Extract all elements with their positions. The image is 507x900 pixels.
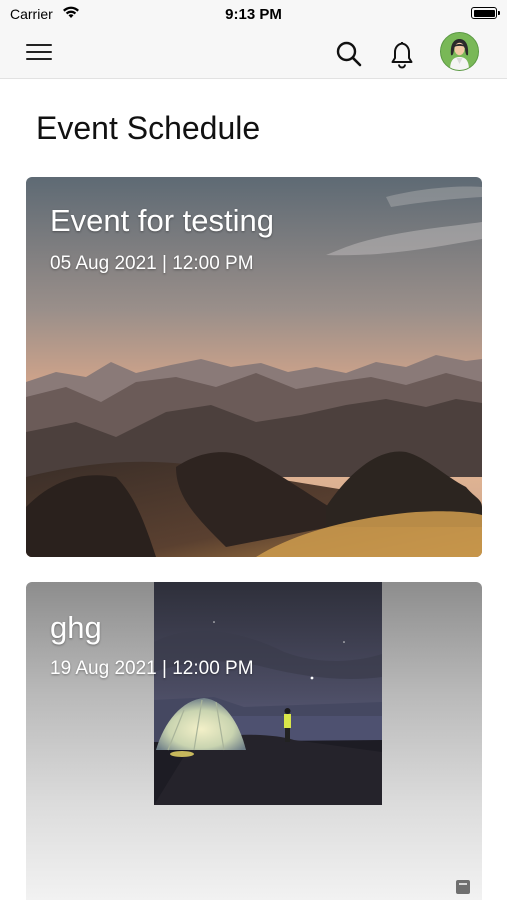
clock: 9:13 PM <box>225 6 282 23</box>
search-icon[interactable] <box>334 39 364 69</box>
event-card[interactable]: Event for testing 05 Aug 2021 | 12:00 PM <box>26 177 482 557</box>
user-avatar[interactable] <box>440 32 479 71</box>
event-title: ghg <box>50 610 102 645</box>
battery-icon <box>471 7 500 19</box>
event-datetime: 19 Aug 2021 | 12:00 PM <box>50 658 254 679</box>
event-datetime: 05 Aug 2021 | 12:00 PM <box>50 253 254 274</box>
image-placeholder-icon <box>456 880 470 894</box>
bell-icon[interactable] <box>386 38 418 70</box>
event-card[interactable]: ghg 19 Aug 2021 | 12:00 PM <box>26 582 482 900</box>
page-title: Event Schedule <box>36 110 261 146</box>
event-title: Event for testing <box>50 203 275 238</box>
event-image-tent <box>154 582 382 805</box>
app-header <box>0 30 507 79</box>
status-bar: Carrier 9:13 PM <box>0 0 507 30</box>
hamburger-menu-icon[interactable] <box>26 43 52 63</box>
